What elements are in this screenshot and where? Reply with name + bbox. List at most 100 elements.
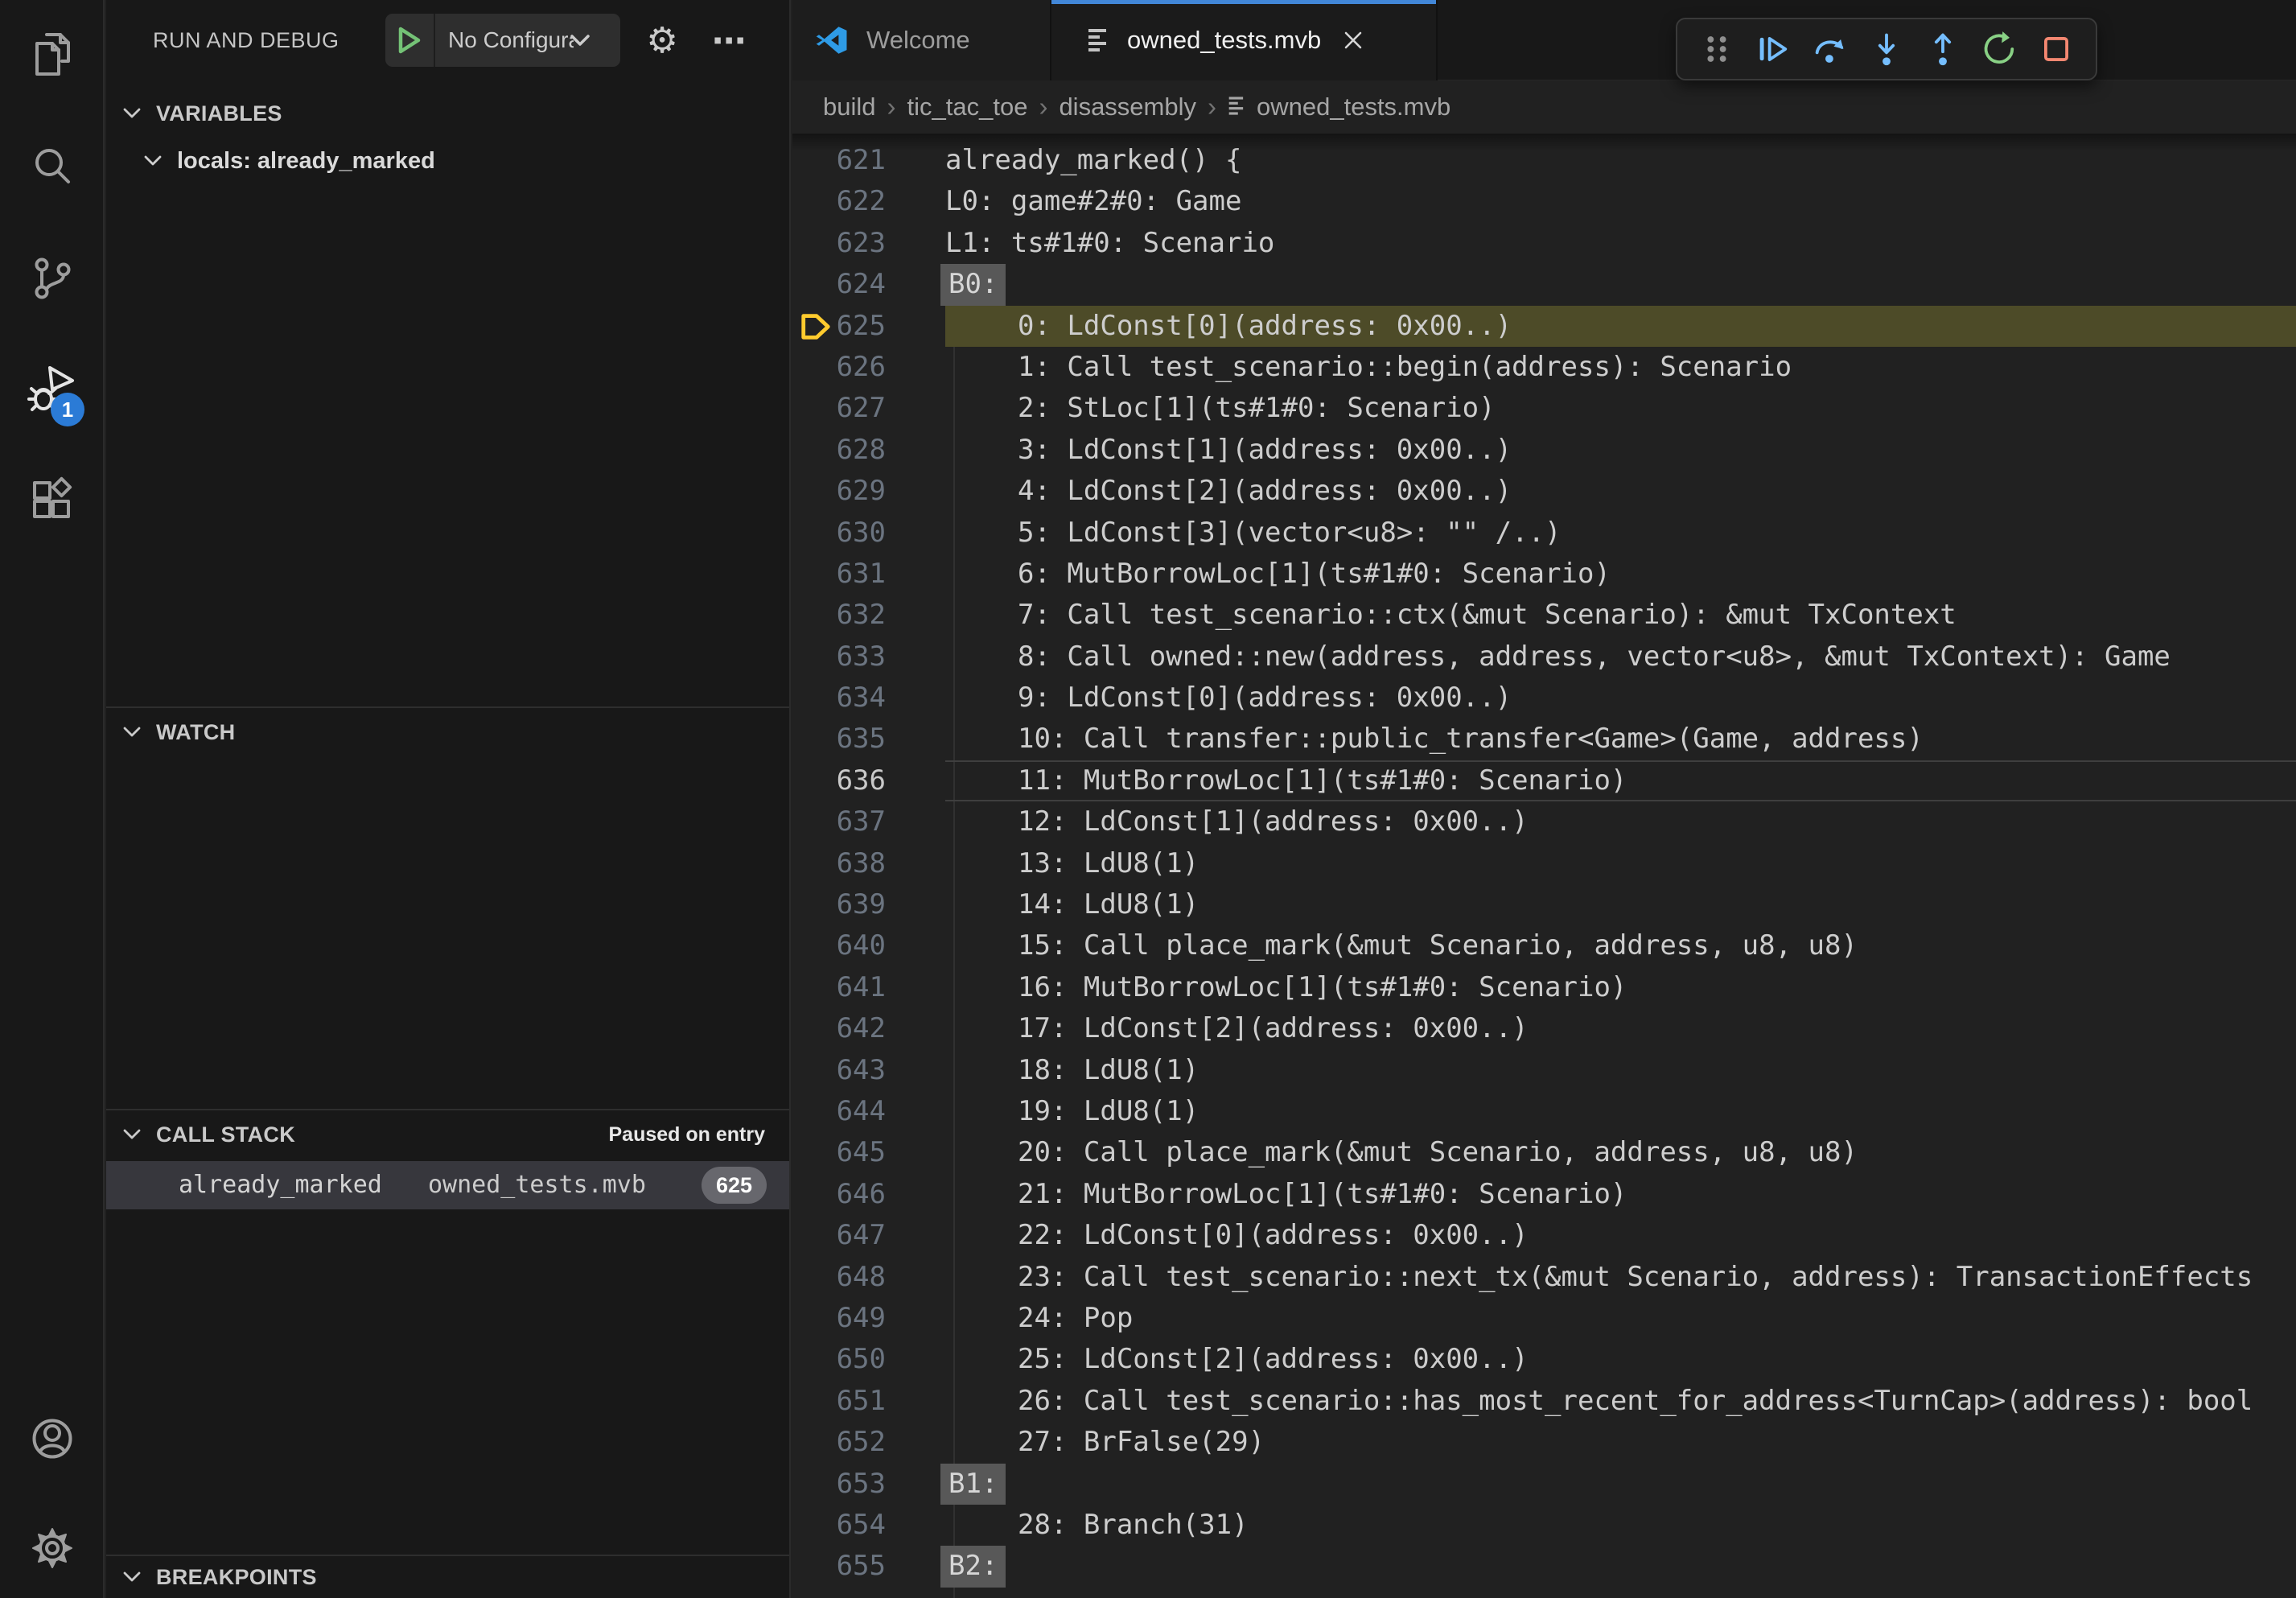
line-number[interactable]: 651 [792, 1381, 925, 1422]
line-number[interactable]: 630 [792, 513, 925, 554]
breadcrumb-item[interactable]: disassembly [1059, 93, 1196, 121]
code-text[interactable]: 6: MutBorrowLoc[1](ts#1#0: Scenario) [925, 554, 1611, 595]
code-text[interactable]: 11: MutBorrowLoc[1](ts#1#0: Scenario) [925, 760, 1627, 801]
code-text[interactable]: 14: LdU8(1) [925, 884, 1199, 925]
variables-scope-row[interactable]: locals: already_marked [106, 138, 789, 183]
line-number[interactable]: 632 [792, 595, 925, 636]
line-number[interactable]: 623 [792, 223, 925, 264]
code-text[interactable]: 25: LdConst[2](address: 0x00..) [925, 1339, 1529, 1380]
code-text[interactable]: 12: LdConst[1](address: 0x00..) [925, 801, 1529, 842]
code-text[interactable]: 1: Call test_scenario::begin(address): S… [925, 347, 1792, 388]
step-out-icon[interactable] [1923, 29, 1963, 69]
variables-section-header[interactable]: VARIABLES [106, 89, 789, 137]
continue-icon[interactable] [1753, 29, 1793, 69]
breakpoints-section-header[interactable]: BREAKPOINTS [106, 1555, 789, 1598]
line-number[interactable]: 642 [792, 1008, 925, 1049]
code-text[interactable]: 18: LdU8(1) [925, 1050, 1199, 1091]
breadcrumb-file[interactable]: owned_tests.mvb [1228, 93, 1450, 121]
line-number[interactable]: 633 [792, 636, 925, 678]
code-text[interactable]: 9: LdConst[0](address: 0x00..) [925, 678, 1512, 719]
line-number[interactable]: 637 [792, 801, 925, 842]
line-number[interactable]: 629 [792, 471, 925, 512]
line-number[interactable]: 654 [792, 1505, 925, 1546]
line-number[interactable]: 638 [792, 843, 925, 884]
code-text[interactable]: L1: ts#1#0: Scenario [925, 223, 1274, 264]
line-number[interactable]: 634 [792, 678, 925, 719]
line-number[interactable]: 646 [792, 1174, 925, 1215]
start-debugging-button[interactable]: No Configura [385, 14, 620, 67]
line-number[interactable]: 625 [792, 306, 925, 347]
drag-handle-icon[interactable] [1697, 29, 1737, 69]
code-text[interactable]: 27: BrFalse(29) [925, 1422, 1265, 1463]
code-text[interactable]: 2: StLoc[1](ts#1#0: Scenario) [925, 388, 1496, 429]
code-text[interactable]: 15: Call place_mark(&mut Scenario, addre… [925, 925, 1858, 966]
line-number[interactable]: 655 [792, 1546, 925, 1587]
code-text[interactable]: B1: [925, 1464, 1006, 1505]
code-text[interactable]: 16: MutBorrowLoc[1](ts#1#0: Scenario) [925, 967, 1627, 1008]
line-number[interactable]: 639 [792, 884, 925, 925]
views-more-actions-icon[interactable]: ⋯ [702, 0, 758, 80]
code-text[interactable]: 4: LdConst[2](address: 0x00..) [925, 471, 1512, 512]
line-number[interactable]: 627 [792, 388, 925, 429]
code-text[interactable]: 3: LdConst[1](address: 0x00..) [925, 430, 1512, 471]
code-text[interactable]: 13: LdU8(1) [925, 843, 1199, 884]
code-text[interactable]: 7: Call test_scenario::ctx(&mut Scenario… [925, 595, 1957, 636]
line-number[interactable]: 636 [792, 760, 925, 801]
settings-icon[interactable] [27, 1522, 78, 1574]
code-text[interactable]: B0: [925, 264, 1006, 305]
line-number[interactable]: 653 [792, 1464, 925, 1505]
close-tab-icon[interactable] [1342, 29, 1364, 51]
line-number[interactable]: 648 [792, 1257, 925, 1298]
code-text[interactable]: 23: Call test_scenario::next_tx(&mut Sce… [925, 1257, 2253, 1298]
call-stack-section-header[interactable]: CALL STACK Paused on entry [106, 1109, 789, 1159]
line-number[interactable]: 652 [792, 1422, 925, 1463]
line-number[interactable]: 628 [792, 430, 925, 471]
code-text[interactable]: 28: Branch(31) [925, 1505, 1249, 1546]
code-text[interactable]: 8: Call owned::new(address, address, vec… [925, 636, 2171, 678]
code-text[interactable]: 10: Call transfer::public_transfer<Game>… [925, 719, 1924, 760]
line-number[interactable]: 647 [792, 1215, 925, 1256]
code-text[interactable]: 19: LdU8(1) [925, 1091, 1199, 1132]
code-text[interactable]: L0: game#2#0: Game [925, 181, 1241, 222]
run-and-debug-icon[interactable]: 1 [27, 364, 78, 415]
code-text[interactable]: 26: Call test_scenario::has_most_recent_… [925, 1381, 2253, 1422]
code-text[interactable]: 5: LdConst[3](vector<u8>: "" /..) [925, 513, 1562, 554]
code-text[interactable]: 17: LdConst[2](address: 0x00..) [925, 1008, 1529, 1049]
debug-settings-gear-icon[interactable]: ⚙ [634, 0, 690, 80]
restart-icon[interactable] [1980, 29, 2020, 69]
code-text[interactable]: 21: MutBorrowLoc[1](ts#1#0: Scenario) [925, 1174, 1627, 1215]
line-number[interactable]: 649 [792, 1298, 925, 1339]
stop-icon[interactable] [2036, 29, 2076, 69]
code-text[interactable]: 20: Call place_mark(&mut Scenario, addre… [925, 1132, 1858, 1173]
line-number[interactable]: 635 [792, 719, 925, 760]
breadcrumb-item[interactable]: build [823, 93, 876, 121]
line-number[interactable]: 645 [792, 1132, 925, 1173]
watch-section-header[interactable]: WATCH [106, 706, 789, 756]
line-number[interactable]: 640 [792, 925, 925, 966]
tab-owned-tests[interactable]: owned_tests.mvb [1051, 0, 1438, 80]
code-text[interactable]: 22: LdConst[0](address: 0x00..) [925, 1215, 1529, 1256]
search-icon[interactable] [27, 142, 78, 193]
code-text[interactable]: 24: Pop [925, 1298, 1133, 1339]
line-number[interactable]: 631 [792, 554, 925, 595]
line-number[interactable]: 624 [792, 264, 925, 305]
accounts-icon[interactable] [27, 1413, 78, 1464]
step-into-icon[interactable] [1866, 29, 1907, 69]
line-number[interactable]: 650 [792, 1339, 925, 1380]
call-stack-frame-row[interactable]: already_marked owned_tests.mvb 625 [106, 1161, 789, 1209]
source-control-icon[interactable] [27, 253, 78, 304]
line-number[interactable]: 622 [792, 181, 925, 222]
line-number[interactable]: 643 [792, 1050, 925, 1091]
line-number[interactable]: 621 [792, 140, 925, 181]
extensions-icon[interactable] [27, 476, 78, 528]
line-number[interactable]: 626 [792, 347, 925, 388]
code-text[interactable]: B2: [925, 1546, 1006, 1587]
explorer-icon[interactable] [27, 29, 78, 80]
line-number[interactable]: 644 [792, 1091, 925, 1132]
line-number[interactable]: 641 [792, 967, 925, 1008]
tab-welcome[interactable]: Welcome [792, 0, 1051, 80]
breadcrumb-item[interactable]: tic_tac_toe [907, 93, 1028, 121]
step-over-icon[interactable] [1810, 29, 1850, 69]
code-text[interactable]: 0: LdConst[0](address: 0x00..) [925, 306, 1512, 347]
code-text[interactable]: already_marked() { [925, 140, 1241, 181]
